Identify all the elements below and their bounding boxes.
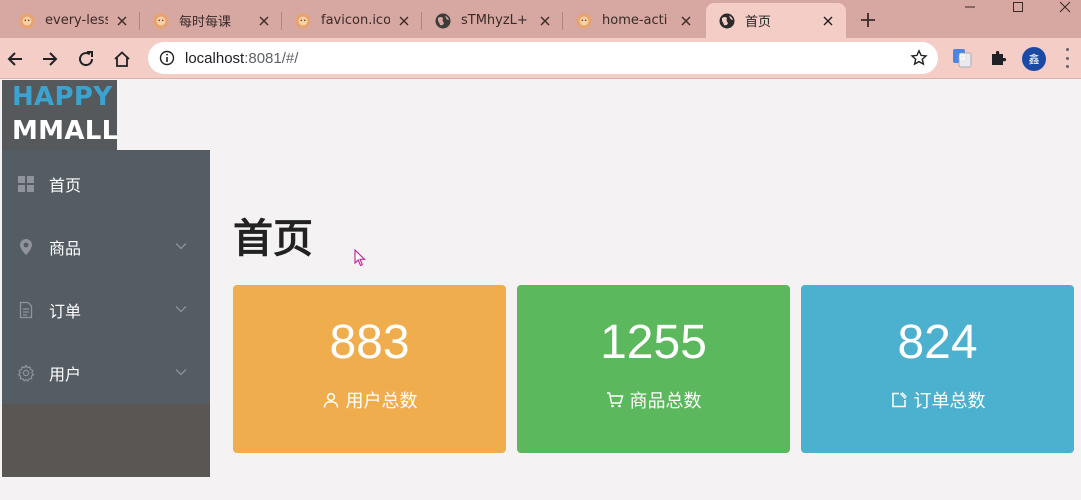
location-pin-icon: [16, 237, 36, 257]
page-title: 首页: [233, 216, 313, 262]
sidebar-item-home[interactable]: 首页: [2, 152, 210, 215]
minimize-button[interactable]: [955, 0, 985, 14]
lion-icon: [153, 13, 169, 28]
maximize-button[interactable]: [1003, 0, 1033, 14]
reload-icon: [79, 51, 94, 67]
reload-button[interactable]: [73, 46, 99, 72]
mouse-cursor-icon: [354, 249, 366, 267]
stat-card-orders[interactable]: 824 订单总数: [801, 285, 1074, 453]
maximize-icon: [1013, 2, 1023, 12]
close-tab-icon[interactable]: [678, 13, 694, 29]
stat-label: 商品总数: [517, 387, 790, 413]
translate-icon: G: [953, 49, 972, 68]
svg-text:G: G: [959, 53, 965, 62]
url-text: localhost:8081/#/: [185, 50, 298, 67]
browser-tab-strip: every-less 每时每课 favicon.ico sTMhyzL+ hom…: [0, 0, 1081, 38]
stat-label-text: 用户总数: [345, 391, 418, 412]
tab-title: sTMhyzL+: [461, 13, 528, 28]
star-icon[interactable]: [910, 49, 928, 67]
tab-title: favicon.ico: [321, 13, 390, 28]
menu-more-icon[interactable]: [1064, 48, 1070, 68]
browser-tab[interactable]: home-acti: [563, 3, 704, 38]
sidebar-item-products[interactable]: 商品: [2, 215, 210, 278]
sidebar-item-orders[interactable]: 订单: [2, 278, 210, 341]
lion-icon: [576, 13, 592, 28]
chevron-down-icon: [175, 306, 187, 313]
chevron-down-icon: [175, 243, 187, 250]
url-path: :8081/#/: [244, 49, 299, 67]
tab-title: 每时每课: [179, 15, 232, 30]
url-host: localhost: [185, 49, 245, 67]
close-tab-icon[interactable]: [256, 13, 272, 29]
document-icon: [16, 300, 36, 320]
stat-label: 订单总数: [801, 387, 1074, 413]
translate-extension-button[interactable]: G: [950, 46, 974, 70]
browser-tab[interactable]: sTMhyzL+: [422, 3, 563, 38]
lion-icon: [295, 13, 311, 28]
home-icon: [114, 51, 130, 67]
plus-icon: [861, 13, 875, 27]
stat-card-products[interactable]: 1255 商品总数: [517, 285, 790, 453]
stat-card-users[interactable]: 883 用户总数: [233, 285, 506, 453]
stat-value: 824: [897, 316, 978, 369]
app-logo: HAPPY MMALL: [2, 80, 119, 150]
close-window-button[interactable]: [1050, 0, 1080, 14]
new-tab-button[interactable]: [856, 8, 880, 32]
close-tab-icon[interactable]: [396, 13, 412, 29]
chevron-down-icon: [175, 369, 187, 376]
close-tab-icon[interactable]: [820, 13, 836, 29]
puzzle-icon: [992, 50, 1007, 65]
browser-tab-active[interactable]: 首页: [706, 3, 846, 38]
close-tab-icon[interactable]: [114, 13, 130, 29]
sidebar-menu: 首页 商品 订单 用户: [2, 150, 210, 404]
extensions-button[interactable]: [986, 46, 1010, 70]
forward-button[interactable]: [37, 46, 63, 72]
close-icon: [1059, 1, 1071, 13]
tab-title: home-acti: [602, 13, 668, 28]
stat-label-text: 商品总数: [629, 391, 702, 412]
browser-toolbar: localhost:8081/#/ G 鑫: [0, 38, 1081, 79]
address-bar[interactable]: localhost:8081/#/: [148, 42, 938, 74]
lion-icon: [19, 13, 35, 28]
gear-icon: [16, 363, 36, 383]
close-tab-icon[interactable]: [537, 13, 553, 29]
globe-icon: [435, 13, 451, 28]
sidebar-item-label: 首页: [49, 175, 82, 195]
tab-title: 首页: [745, 15, 772, 30]
grid-icon: [16, 174, 36, 194]
stat-label: 用户总数: [233, 387, 506, 413]
arrow-left-icon: [7, 52, 22, 66]
stat-value: 883: [329, 316, 410, 369]
user-icon: [323, 392, 338, 408]
back-button[interactable]: [2, 46, 28, 72]
stat-label-text: 订单总数: [913, 391, 986, 412]
sidebar-item-label: 商品: [49, 238, 82, 258]
tab-title: every-less: [45, 13, 108, 28]
globe-icon: [719, 13, 735, 28]
sidebar-item-users[interactable]: 用户: [2, 341, 210, 404]
edit-icon: [891, 392, 907, 408]
logo-line1: HAPPY: [12, 82, 113, 112]
stat-value: 1255: [600, 316, 707, 369]
home-button[interactable]: [109, 46, 135, 72]
browser-tab[interactable]: every-less: [6, 3, 140, 38]
cart-icon: [606, 392, 623, 408]
profile-avatar[interactable]: 鑫: [1022, 47, 1046, 71]
browser-tab[interactable]: 每时每课: [140, 3, 282, 38]
sidebar-item-label: 订单: [49, 301, 82, 321]
minimize-icon: [965, 6, 975, 8]
logo-line2: MMALL: [12, 116, 119, 146]
sidebar-item-label: 用户: [49, 364, 82, 384]
sidebar-empty-area: [2, 404, 210, 477]
info-icon[interactable]: [159, 50, 175, 66]
browser-tab[interactable]: favicon.ico: [282, 3, 422, 38]
arrow-right-icon: [43, 52, 58, 66]
